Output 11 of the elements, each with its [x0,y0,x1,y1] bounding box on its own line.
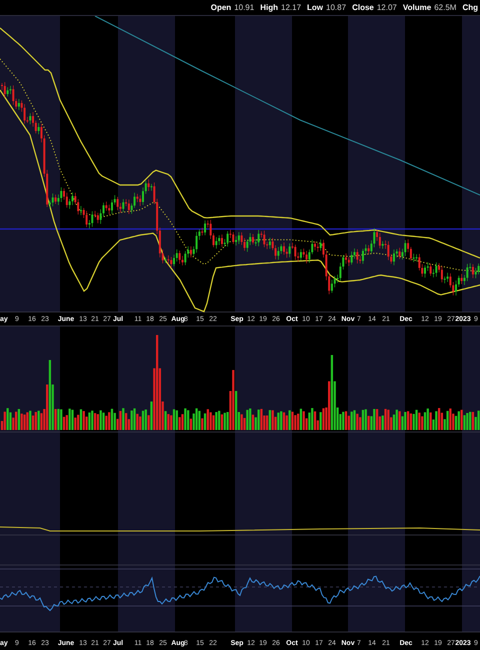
quote-label: Close [352,3,374,13]
quote-value: 12.07 [376,3,397,13]
quote-label: Open [210,3,232,13]
quote-label: Volume [402,3,432,13]
quote-value: 12.17 [281,3,302,13]
quote-value: 10.87 [326,3,346,13]
quote-label: Low [307,3,324,13]
quote-value: 10.91 [234,3,254,13]
quote-label: Chg [462,3,478,13]
quote-label: High [260,3,278,13]
quote-value: 62.5M [434,3,456,13]
